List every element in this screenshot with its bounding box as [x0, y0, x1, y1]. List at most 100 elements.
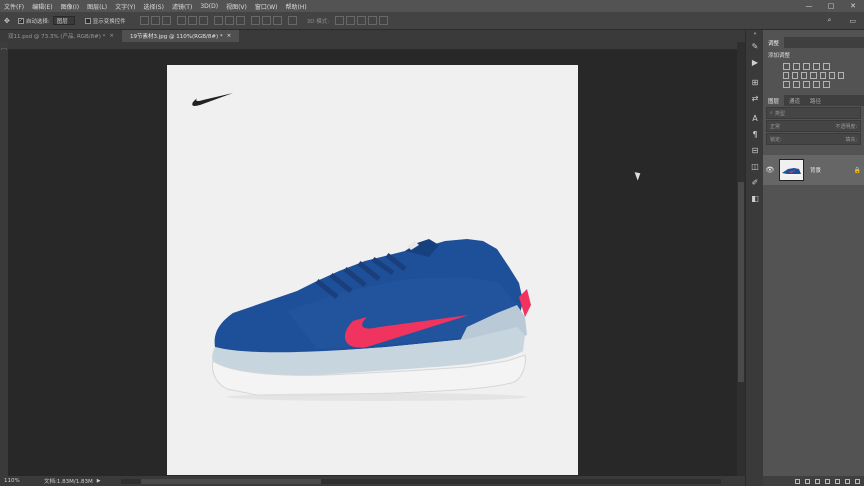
tab-close-icon[interactable]: ×	[109, 33, 114, 39]
menu-item-6[interactable]: 滤镜(T)	[168, 2, 196, 11]
threshold-icon[interactable]	[803, 81, 810, 88]
align-vcenter-icon[interactable]	[150, 16, 160, 25]
document-canvas[interactable]	[167, 65, 578, 475]
distribute-left-icon[interactable]	[250, 16, 260, 25]
history-icon[interactable]: ⊞	[746, 74, 764, 90]
menu-item-4[interactable]: 文字(Y)	[111, 2, 139, 11]
menu-item-2[interactable]: 图像(I)	[57, 2, 83, 11]
menu-item-7[interactable]: 3D(D)	[196, 3, 222, 10]
libraries-icon[interactable]: ◫	[746, 158, 764, 174]
link-layers-icon[interactable]	[795, 478, 800, 484]
posterize-icon[interactable]	[793, 81, 800, 88]
hue-icon[interactable]	[792, 72, 799, 79]
close-icon[interactable]: ✕	[842, 0, 864, 12]
layer-row-background[interactable]: 👁 背景 🔒	[763, 155, 864, 185]
delete-layer-icon[interactable]	[855, 478, 860, 484]
lock-icon: 🔒	[853, 166, 861, 174]
workspace-icon[interactable]: ▭	[849, 17, 856, 25]
menu-item-9[interactable]: 窗口(W)	[251, 2, 282, 11]
3d-roll-icon[interactable]	[346, 16, 356, 25]
fx-icon[interactable]	[805, 478, 810, 484]
auto-select-dropdown[interactable]: 图层	[52, 16, 75, 25]
brush-tool-icon[interactable]: ✎	[746, 38, 764, 54]
align-bottom-icon[interactable]	[161, 16, 171, 25]
layer-filter[interactable]: ⌕ 类型	[766, 107, 861, 119]
align-left-icon[interactable]	[176, 16, 186, 25]
align-hcenter-icon[interactable]	[187, 16, 197, 25]
vertical-scrollbar[interactable]	[737, 42, 745, 476]
brushes-icon[interactable]: ✐	[746, 174, 764, 190]
menu-item-0[interactable]: 文件(F)	[0, 2, 28, 11]
group-icon[interactable]	[835, 478, 840, 484]
gradient-icon[interactable]	[823, 63, 830, 70]
distribute-bottom-icon[interactable]	[235, 16, 245, 25]
doc-size[interactable]: 文档:1.83M/1.83M	[44, 477, 93, 485]
exposure-icon[interactable]	[813, 63, 820, 70]
tab-paths[interactable]: 路径	[805, 95, 826, 106]
layer-name[interactable]: 背景	[810, 166, 821, 174]
filter-search-icon: ⌕	[770, 110, 773, 116]
menu-item-5[interactable]: 选择(S)	[139, 2, 168, 11]
paragraph-icon[interactable]: ¶	[746, 126, 764, 142]
menu-item-8[interactable]: 视图(V)	[222, 2, 251, 11]
tab-adjustments[interactable]: 调整	[763, 37, 785, 48]
right-panels: 调整 添加调整 图层 通道 路径 ⌕ 类型 正常 不透明度: 锁定: 填充: 👁 …	[763, 30, 864, 486]
new-layer-icon[interactable]	[845, 478, 850, 484]
distribute-right-icon[interactable]	[272, 16, 282, 25]
nike-logo	[192, 93, 233, 106]
document-tab-1[interactable]: 19节素材3.jpg @ 110%(RGB/8#) * ×	[122, 30, 240, 42]
play-icon[interactable]: ▶	[746, 54, 764, 70]
maximize-icon[interactable]: □	[820, 0, 842, 12]
distribute-vcenter-icon[interactable]	[224, 16, 234, 25]
collapse-icon[interactable]: »	[746, 30, 764, 38]
gradient-map-icon[interactable]	[813, 81, 820, 88]
menu-item-10[interactable]: 帮助(H)	[282, 2, 311, 11]
auto-select-checkbox[interactable]: ✓ 自动选择:	[17, 17, 50, 25]
zoom-level[interactable]: 110%	[4, 478, 34, 484]
distribute-hcenter-icon[interactable]	[261, 16, 271, 25]
tab-channels[interactable]: 通道	[784, 95, 805, 106]
eye-icon[interactable]: 👁	[763, 166, 777, 174]
menu-item-3[interactable]: 图层(L)	[83, 2, 111, 11]
search-icon[interactable]: ⌕	[827, 16, 831, 25]
align-right-icon[interactable]	[198, 16, 208, 25]
lookup-icon[interactable]	[837, 72, 844, 79]
styles-icon[interactable]: ◧	[746, 190, 764, 206]
horizontal-scrollbar[interactable]	[120, 478, 721, 484]
document-tab-0[interactable]: 双11.psd @ 73.3% (产品, RGB/8#) * ×	[0, 30, 122, 42]
3d-scale-icon[interactable]	[379, 16, 389, 25]
blend-mode-select[interactable]: 正常	[770, 123, 780, 130]
levels-icon[interactable]	[793, 63, 800, 70]
adjustment-layer-icon[interactable]	[825, 478, 830, 484]
tab-layers[interactable]: 图层	[763, 95, 785, 106]
3d-drag-icon[interactable]	[357, 16, 367, 25]
fill-label[interactable]: 填充:	[845, 136, 857, 143]
auto-align-icon[interactable]	[287, 16, 297, 25]
tab-close-icon[interactable]: ×	[227, 33, 232, 39]
minimize-icon[interactable]: —	[798, 0, 820, 12]
move-tool-icon[interactable]: ✥	[4, 17, 10, 25]
brightness-icon[interactable]	[783, 63, 790, 70]
3d-rotate-icon[interactable]	[335, 16, 345, 25]
balance-icon[interactable]	[801, 72, 808, 79]
vibrance-icon[interactable]	[783, 72, 790, 79]
mixer-icon[interactable]	[828, 72, 835, 79]
mask-icon[interactable]	[815, 478, 820, 484]
properties-icon[interactable]: ⊟	[746, 142, 764, 158]
curves-icon[interactable]	[803, 63, 810, 70]
swap-icon[interactable]: ⇄	[746, 90, 764, 106]
align-top-icon[interactable]	[139, 16, 149, 25]
h-scroll-thumb[interactable]	[140, 478, 321, 484]
scroll-thumb[interactable]	[738, 182, 744, 382]
selective-color-icon[interactable]	[823, 81, 830, 88]
show-transform-checkbox[interactable]: 显示变换控件	[84, 17, 126, 25]
bw-icon[interactable]	[810, 72, 817, 79]
menu-item-1[interactable]: 编辑(E)	[28, 2, 56, 11]
photo-filter-icon[interactable]	[819, 72, 826, 79]
status-arrow-icon[interactable]: ▶	[97, 478, 101, 484]
type-icon[interactable]: A	[746, 110, 764, 126]
invert-icon[interactable]	[783, 81, 790, 88]
distribute-top-icon[interactable]	[213, 16, 223, 25]
opacity-label[interactable]: 不透明度:	[835, 123, 857, 130]
3d-slide-icon[interactable]	[368, 16, 378, 25]
